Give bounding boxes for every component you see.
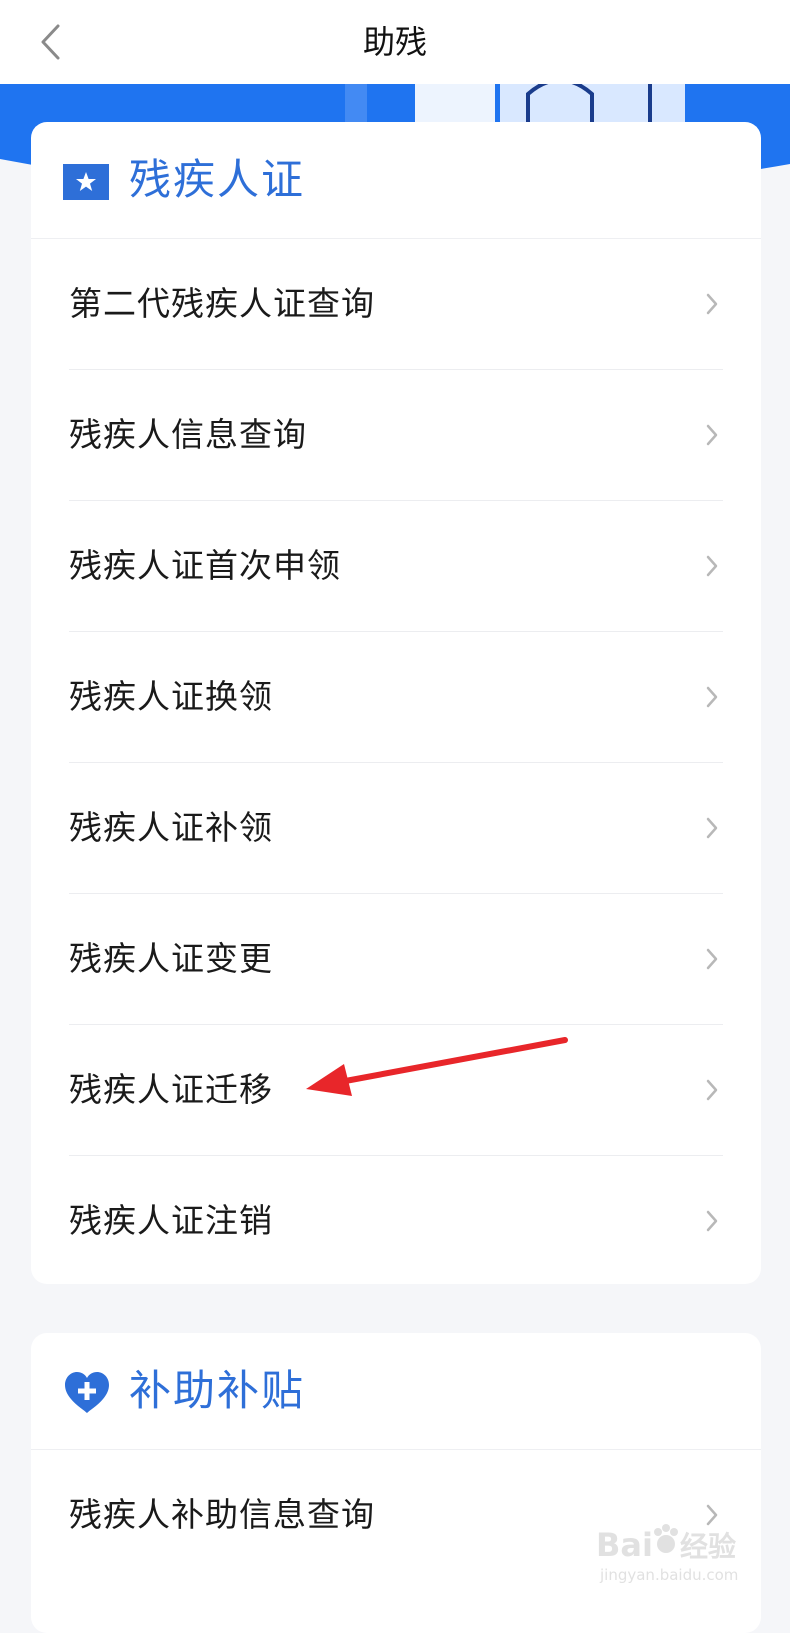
menu-item-reissue[interactable]: 残疾人证补领: [69, 763, 723, 894]
svg-text:经验: 经验: [680, 1530, 736, 1563]
chevron-right-icon: [706, 293, 718, 315]
menu-item-label: 残疾人证注销: [69, 1201, 273, 1240]
section-title: 补助补贴: [129, 1366, 306, 1415]
menu-item-label: 残疾人证变更: [69, 939, 273, 978]
chevron-right-icon: [706, 948, 718, 970]
svg-text:Bai: Bai: [596, 1526, 653, 1564]
disability-certificate-card: 残疾人证 第二代残疾人证查询 残疾人信息查询 残疾人证首次申领 残疾人证换领 残…: [31, 122, 761, 1284]
chevron-right-icon: [706, 1210, 718, 1232]
menu-item-renewal[interactable]: 残疾人证换领: [69, 632, 723, 763]
chevron-right-icon: [706, 817, 718, 839]
subsidy-card: 补助补贴 残疾人补助信息查询: [31, 1333, 761, 1633]
chevron-right-icon: [706, 555, 718, 577]
menu-item-cancellation[interactable]: 残疾人证注销: [69, 1156, 723, 1284]
menu-item-transfer[interactable]: 残疾人证迁移: [69, 1025, 723, 1156]
section-title: 残疾人证: [129, 155, 306, 204]
section-header: 补助补贴: [31, 1333, 761, 1450]
heart-plus-icon: [65, 1372, 109, 1413]
menu-item-label: 残疾人证补领: [69, 808, 273, 847]
menu-list: 第二代残疾人证查询 残疾人信息查询 残疾人证首次申领 残疾人证换领 残疾人证补领…: [31, 239, 761, 1284]
chevron-right-icon: [706, 1079, 718, 1101]
menu-item-label: 残疾人证换领: [69, 677, 273, 716]
menu-item-label: 残疾人信息查询: [69, 415, 307, 454]
menu-item-label: 残疾人补助信息查询: [69, 1495, 375, 1534]
page-title: 助残: [362, 23, 427, 61]
menu-item-second-gen-query[interactable]: 第二代残疾人证查询: [69, 239, 723, 370]
baidu-jingyan-watermark: Bai 经验 jingyan.baidu.com: [596, 1524, 738, 1584]
navigation-bar: 助残: [0, 0, 790, 84]
menu-item-label: 第二代残疾人证查询: [69, 284, 375, 323]
section-header: 残疾人证: [31, 122, 761, 239]
menu-item-info-query[interactable]: 残疾人信息查询: [69, 370, 723, 501]
menu-item-label: 残疾人证迁移: [69, 1070, 273, 1109]
menu-item-label: 残疾人证首次申领: [69, 546, 341, 585]
chevron-right-icon: [706, 424, 718, 446]
chevron-right-icon: [706, 686, 718, 708]
menu-item-first-application[interactable]: 残疾人证首次申领: [69, 501, 723, 632]
svg-text:jingyan.baidu.com: jingyan.baidu.com: [599, 1566, 738, 1584]
menu-item-change[interactable]: 残疾人证变更: [69, 894, 723, 1025]
star-icon: [63, 164, 109, 200]
